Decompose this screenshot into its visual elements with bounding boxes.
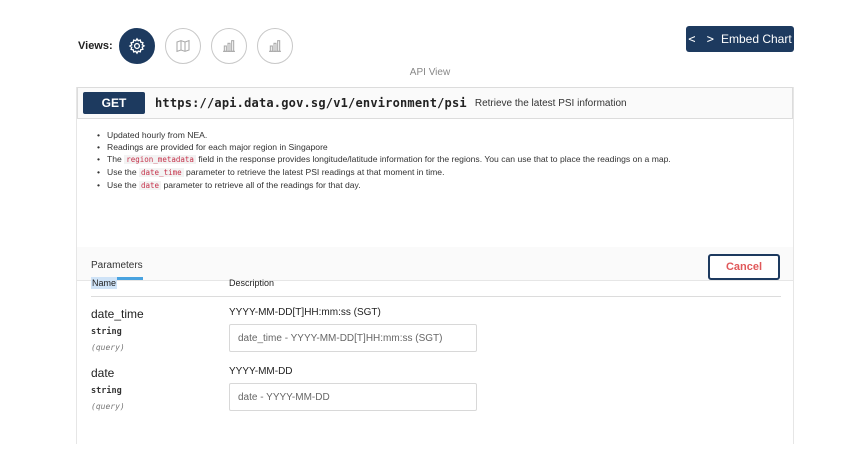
description-item: Use the date_time parameter to retrieve … [93,166,793,179]
bar-chart-icon [268,40,281,52]
description-item: The region_metadata field in the respons… [93,153,793,166]
param-location: (query) [91,343,125,352]
column-header-name: Name [91,276,118,289]
date-time-input[interactable] [229,324,477,352]
view-line-chart-button[interactable] [256,28,293,64]
column-header-description: Description [229,277,275,288]
bar-chart-icon [222,40,235,52]
endpoint-summary: Retrieve the latest PSI information [474,97,627,109]
param-type: string [91,327,122,337]
view-bar-chart-button[interactable] [210,28,247,64]
http-method-badge: GET [83,92,145,114]
view-settings-button[interactable] [118,28,155,64]
view-map-button[interactable] [164,28,201,64]
views-label: Views: [78,40,113,52]
code-snippet: date_time [139,168,184,177]
description-item: Updated hourly from NEA. [93,129,793,141]
description-item: Readings are provided for each major reg… [93,141,793,153]
param-description: YYYY-MM-DD[T]HH:mm:ss (SGT) [229,307,381,318]
api-view-label: API View [409,67,451,78]
table-row: date_time string (query) YYYY-MM-DD[T]HH… [91,297,781,352]
param-name: date [91,366,115,380]
table-row: date string (query) YYYY-MM-DD [91,352,781,411]
param-name: date_time [91,307,144,321]
param-type: string [91,386,122,396]
code-icon: < > [688,32,716,46]
embed-chart-label: Embed Chart [720,32,792,46]
code-snippet: region_metadata [124,155,196,164]
parameters-table: Name Description date_time string (query… [91,269,781,411]
map-icon [176,39,190,53]
embed-chart-button[interactable]: < > Embed Chart [686,26,794,52]
gear-icon [128,37,145,55]
api-operation: GET https://api.data.gov.sg/v1/environme… [76,87,794,444]
operation-description: Updated hourly from NEA. Readings are pr… [77,119,793,247]
code-snippet: date [139,181,162,190]
description-item: Use the date parameter to retrieve all o… [93,179,793,192]
operation-header[interactable]: GET https://api.data.gov.sg/v1/environme… [77,87,793,119]
endpoint-path: https://api.data.gov.sg/v1/environment/p… [155,96,467,110]
table-header: Name Description [91,269,781,297]
param-description: YYYY-MM-DD [229,366,293,377]
date-input[interactable] [229,383,477,411]
param-location: (query) [91,402,125,411]
views-selector: Views: [78,28,303,64]
